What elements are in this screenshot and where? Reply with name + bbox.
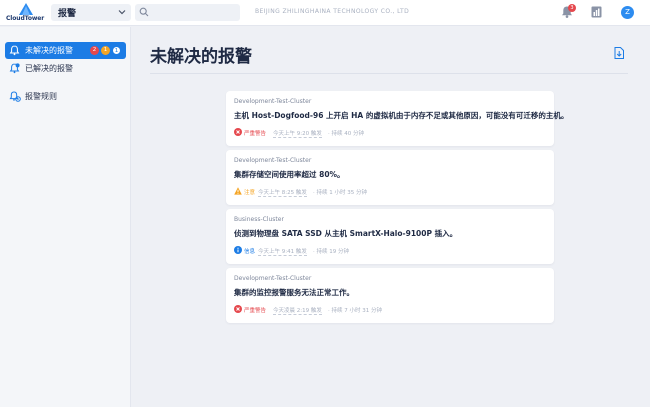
sidebar-item-unresolved-alerts[interactable]: 未解决的报警 2 1 1 [5, 42, 126, 59]
export-icon[interactable] [614, 47, 624, 59]
alert-severity: 信息 [244, 249, 256, 255]
sidebar: 未解决的报警 2 1 1 已解决的报警 报警规则 [0, 27, 131, 407]
module-select[interactable]: 报警 [51, 4, 131, 21]
alert-card[interactable]: Business-Cluster 侦测到物理盘 SATA SSD 从主机 Sma… [226, 209, 554, 264]
alert-message: 主机 Host-Dogfood-96 上开启 HA 的虚拟机由于内存不足或其他原… [234, 111, 569, 120]
alert-card[interactable]: Development-Test-Cluster 集群存储空间使用率超过 80%… [226, 150, 554, 205]
alert-message: 集群存储空间使用率超过 80%。 [234, 170, 345, 179]
sidebar-item-resolved-alerts[interactable]: 已解决的报警 [5, 60, 126, 77]
resolved-bell-icon [9, 63, 20, 74]
alert-cluster: Development-Test-Cluster [234, 157, 312, 164]
cloudtower-logo-icon [19, 3, 33, 15]
alert-trigger-time[interactable]: 今天上午 8:25 触发 [258, 188, 307, 197]
report-icon[interactable] [591, 6, 602, 18]
alert-duration: · 持续 19 分钟 [313, 249, 349, 255]
top-bar: CloudTower 报警 BEIJING ZHILINGHAINA TECHN… [0, 0, 650, 26]
critical-x-icon [234, 128, 242, 136]
alert-bell-icon [9, 45, 20, 56]
alert-severity: 严重警告 [244, 308, 267, 314]
alert-severity: 严重警告 [244, 131, 267, 137]
title-divider [150, 73, 628, 74]
critical-count-badge: 2 [90, 46, 99, 55]
alert-card[interactable]: Development-Test-Cluster 主机 Host-Dogfood… [226, 91, 568, 146]
user-avatar[interactable]: Z [621, 6, 634, 19]
alert-message: 集群的监控报警服务无法正常工作。 [234, 288, 354, 297]
company-name: BEIJING ZHILINGHAINA TECHNOLOGY CO., LTD [255, 8, 410, 15]
alert-duration: · 持续 7 小时 31 分钟 [328, 308, 382, 314]
search-input[interactable] [153, 6, 235, 19]
alert-trigger-time[interactable]: 今天上午 9:41 触发 [258, 247, 307, 256]
alert-duration: · 持续 1 小时 35 分钟 [313, 190, 367, 196]
alert-card[interactable]: Development-Test-Cluster 集群的监控报警服务无法正常工作… [226, 268, 554, 323]
logo-text: CloudTower [6, 15, 45, 22]
sidebar-item-label: 已解决的报警 [25, 64, 73, 73]
page-title: 未解决的报警 [150, 47, 252, 67]
sidebar-item-alert-rules[interactable]: 报警规则 [5, 88, 126, 105]
cloudtower-logo[interactable]: CloudTower [6, 3, 50, 23]
alert-message: 侦测到物理盘 SATA SSD 从主机 SmartX-Halo-9100P 插入… [234, 229, 458, 238]
chevron-down-icon [118, 10, 126, 15]
sidebar-item-label: 报警规则 [25, 92, 57, 101]
alert-rule-icon [9, 91, 21, 102]
sidebar-item-label: 未解决的报警 [25, 46, 73, 55]
notification-count-badge: 3 [568, 4, 576, 12]
notice-count-badge: 1 [101, 46, 110, 55]
alert-trigger-time[interactable]: 今天上午 9:20 触发 [273, 129, 322, 138]
alert-duration: · 持续 40 分钟 [328, 131, 364, 137]
alert-severity: 注意 [244, 190, 256, 196]
search-box[interactable] [135, 4, 240, 21]
info-count-badge: 1 [112, 46, 121, 55]
critical-x-icon [234, 305, 242, 313]
alert-trigger-time[interactable]: 今天凌晨 2:19 触发 [273, 306, 322, 315]
info-icon [234, 246, 242, 254]
warning-triangle-icon [234, 187, 242, 195]
alert-cluster: Development-Test-Cluster [234, 98, 312, 105]
search-icon [139, 7, 149, 17]
alert-cluster: Business-Cluster [234, 216, 284, 223]
alert-cluster: Development-Test-Cluster [234, 275, 312, 282]
module-select-label: 报警 [58, 9, 77, 19]
